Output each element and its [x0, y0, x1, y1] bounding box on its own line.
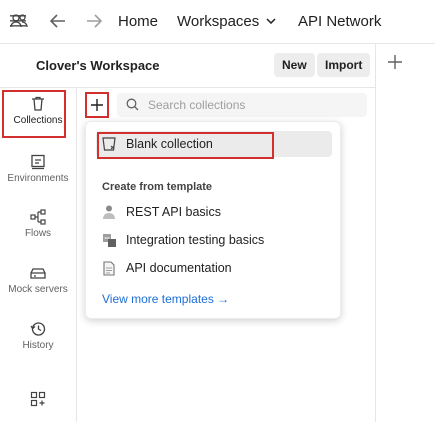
nav-workspaces-label: Workspaces — [177, 12, 260, 30]
menu-item-label: REST API basics — [126, 205, 221, 219]
plus-icon — [91, 99, 103, 111]
search-icon — [126, 98, 139, 111]
new-tab-plus-icon[interactable] — [388, 55, 402, 74]
sidebar-item-mock-servers[interactable]: Mock servers — [0, 265, 76, 295]
new-button[interactable]: New — [274, 53, 315, 77]
rest-api-person-icon — [101, 204, 117, 220]
back-arrow-icon[interactable] — [50, 0, 66, 42]
menu-item-rest-api-basics[interactable]: REST API basics — [96, 199, 332, 225]
collections-highlight — [2, 90, 66, 138]
sidebar-item-label: Flows — [24, 228, 52, 239]
document-icon — [101, 260, 117, 276]
sidebar-item-label: History — [22, 340, 54, 351]
view-more-templates-link[interactable]: View more templates → — [102, 292, 229, 306]
chevron-down-icon — [266, 18, 276, 24]
history-icon — [30, 322, 46, 336]
nav-api-network[interactable]: API Network — [298, 0, 381, 42]
import-button[interactable]: Import — [317, 53, 371, 77]
topbar-divider — [0, 43, 435, 44]
nav-workspaces[interactable]: Workspaces — [177, 0, 276, 42]
template-section-label: Create from template — [102, 181, 213, 193]
add-collection-button[interactable] — [85, 92, 109, 118]
sidebar: Collections Environments Flows Mock serv… — [0, 88, 76, 422]
menu-item-api-documentation[interactable]: API documentation — [96, 255, 332, 281]
menu-item-integration-testing[interactable]: Integration testing basics — [96, 227, 332, 253]
menu-item-label: Integration testing basics — [126, 233, 265, 247]
forward-arrow-icon[interactable] — [86, 0, 102, 42]
flows-icon — [30, 209, 46, 225]
nav-home[interactable]: Home — [118, 0, 158, 42]
search-input[interactable]: Search collections — [117, 93, 367, 117]
sidebar-item-label: Mock servers — [8, 284, 68, 295]
sidebar-item-configure[interactable] — [0, 391, 76, 407]
sidebar-item-label: Environments — [7, 173, 69, 184]
sidebar-item-flows[interactable]: Flows — [0, 209, 76, 239]
top-bar: Home Workspaces API Network — [0, 0, 435, 42]
workspace-users-icon — [10, 13, 28, 34]
sidebar-item-history[interactable]: History — [0, 321, 76, 351]
environment-icon — [31, 154, 45, 170]
sidebar-divider — [76, 88, 77, 422]
integration-testing-icon — [101, 232, 117, 248]
new-collection-menu: Blank collection Create from template RE… — [85, 121, 341, 319]
mock-server-icon — [30, 268, 46, 279]
apps-grid-icon — [30, 391, 46, 407]
blank-collection-highlight — [97, 132, 274, 159]
menu-item-label: API documentation — [126, 261, 232, 275]
sidebar-item-environments[interactable]: Environments — [0, 154, 76, 184]
search-placeholder: Search collections — [148, 98, 246, 112]
workspace-title: Clover's Workspace — [36, 58, 160, 73]
panel-divider — [375, 44, 376, 422]
